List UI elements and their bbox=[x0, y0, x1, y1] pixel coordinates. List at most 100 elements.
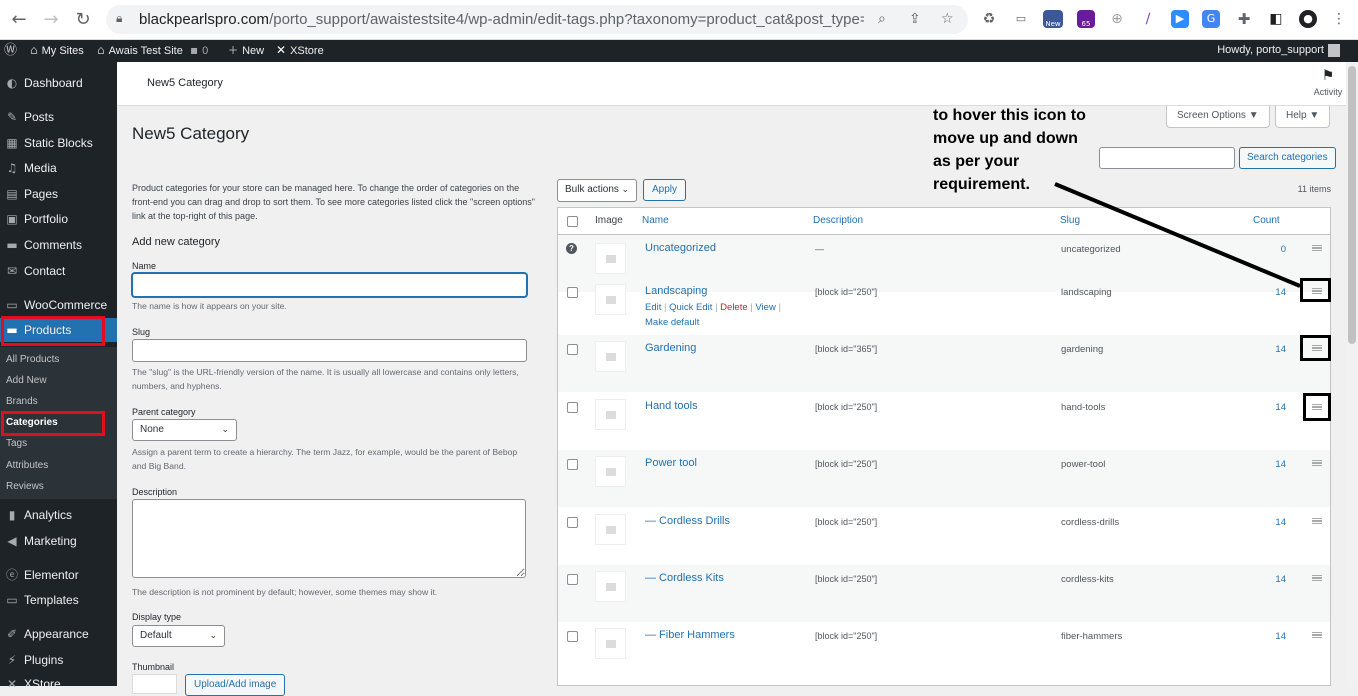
activity-button[interactable]: ⚑ Activity bbox=[1308, 68, 1348, 97]
category-count-link[interactable]: 14 bbox=[1266, 459, 1286, 470]
reload-icon[interactable]: ↻ bbox=[72, 9, 94, 31]
category-count-link[interactable]: 14 bbox=[1266, 631, 1286, 642]
menu-woocommerce[interactable]: ▭ WooCommerce bbox=[0, 293, 117, 317]
extension-hat-icon[interactable]: 65 bbox=[1077, 10, 1095, 28]
category-name-link[interactable]: Power tool bbox=[645, 457, 697, 469]
select-all-checkbox[interactable] bbox=[567, 216, 578, 227]
menu-templates[interactable]: ▭ Templates bbox=[0, 588, 117, 612]
bookmark-star-icon[interactable]: ☆ bbox=[941, 11, 954, 27]
apply-button[interactable]: Apply bbox=[643, 179, 687, 201]
new-content-link[interactable]: + New bbox=[228, 40, 264, 62]
side-panel-icon[interactable]: ◧ bbox=[1267, 10, 1285, 28]
extension-zoom-icon[interactable]: ▶ bbox=[1171, 10, 1189, 28]
row-checkbox[interactable] bbox=[567, 459, 578, 470]
category-name-link[interactable]: — Fiber Hammers bbox=[645, 629, 735, 641]
category-name-link[interactable]: Uncategorized bbox=[645, 242, 716, 254]
forward-arrow-icon[interactable]: → bbox=[40, 9, 62, 31]
menu-xstore[interactable]: ✕ XStore bbox=[0, 672, 117, 696]
submenu-tags[interactable]: Tags bbox=[6, 437, 27, 451]
drag-handle-icon[interactable] bbox=[1312, 518, 1322, 524]
category-count-link[interactable]: 14 bbox=[1266, 344, 1286, 355]
menu-dashboard[interactable]: ◐ Dashboard bbox=[0, 71, 117, 95]
row-checkbox[interactable] bbox=[567, 631, 578, 642]
column-count[interactable]: Count bbox=[1253, 208, 1280, 235]
menu-static-blocks[interactable]: ▦ Static Blocks bbox=[0, 131, 117, 155]
bulk-actions-select[interactable]: Bulk actions ⌄ bbox=[557, 179, 637, 202]
screen-options-button[interactable]: Screen Options ▼ bbox=[1166, 106, 1270, 128]
category-name-link[interactable]: Hand tools bbox=[645, 400, 698, 412]
menu-posts[interactable]: ✎ Posts bbox=[0, 105, 117, 129]
row-checkbox[interactable] bbox=[567, 517, 578, 528]
user-avatar[interactable] bbox=[1328, 44, 1340, 57]
category-count-link[interactable]: 14 bbox=[1266, 574, 1286, 585]
extension-pen-icon[interactable]: ∕ bbox=[1139, 10, 1157, 28]
menu-pages[interactable]: ▤ Pages bbox=[0, 182, 117, 206]
parent-category-select[interactable]: None ⌄ bbox=[132, 419, 237, 441]
menu-comments[interactable]: ▬ Comments bbox=[0, 233, 117, 257]
menu-analytics[interactable]: ▮ Analytics bbox=[0, 503, 117, 527]
wordpress-logo-icon[interactable]: Ⓦ bbox=[4, 40, 21, 62]
column-slug[interactable]: Slug bbox=[1060, 208, 1080, 235]
search-categories-button[interactable]: Search categories bbox=[1239, 147, 1336, 169]
row-checkbox[interactable] bbox=[567, 344, 578, 355]
column-description[interactable]: Description bbox=[813, 208, 863, 235]
help-button[interactable]: Help ▼ bbox=[1275, 106, 1331, 128]
extension-globe-icon[interactable]: ⊕ bbox=[1108, 10, 1126, 28]
extension-recycle-icon[interactable]: ♻ bbox=[980, 10, 998, 28]
description-textarea[interactable] bbox=[132, 499, 526, 578]
extension-translate-icon[interactable]: G bbox=[1202, 10, 1220, 28]
menu-plugins[interactable]: ⚡ Plugins bbox=[0, 648, 117, 672]
site-name-link[interactable]: ⌂ Awais Test Site bbox=[97, 40, 183, 62]
category-name-link[interactable]: — Cordless Kits bbox=[645, 572, 724, 584]
row-checkbox[interactable] bbox=[567, 402, 578, 413]
make-default-link[interactable]: Make default bbox=[645, 317, 699, 328]
extension-bus-icon[interactable]: ▭ bbox=[1012, 10, 1030, 28]
row-checkbox[interactable] bbox=[567, 574, 578, 585]
slug-input[interactable] bbox=[132, 339, 527, 362]
search-categories-input[interactable] bbox=[1099, 147, 1235, 169]
upload-image-button[interactable]: Upload/Add image bbox=[185, 674, 286, 696]
xstore-link[interactable]: ✕ XStore bbox=[276, 40, 324, 62]
view-link[interactable]: View bbox=[755, 302, 775, 313]
menu-contact[interactable]: ✉ Contact bbox=[0, 259, 117, 283]
submenu-brands[interactable]: Brands bbox=[6, 395, 38, 409]
scrollbar-thumb[interactable] bbox=[1348, 66, 1356, 344]
drag-handle-icon[interactable] bbox=[1312, 632, 1322, 638]
category-count-link[interactable]: 0 bbox=[1266, 244, 1286, 255]
category-count-link[interactable]: 14 bbox=[1266, 517, 1286, 528]
category-name-link[interactable]: Landscaping bbox=[645, 285, 707, 297]
category-name-link[interactable]: Gardening bbox=[645, 342, 696, 354]
category-count-link[interactable]: 14 bbox=[1266, 402, 1286, 413]
column-name[interactable]: Name bbox=[642, 208, 669, 235]
submenu-add-new[interactable]: Add New bbox=[6, 374, 47, 388]
extensions-puzzle-icon[interactable]: ✚ bbox=[1235, 10, 1253, 28]
menu-media[interactable]: ♫ Media bbox=[0, 156, 117, 180]
back-arrow-icon[interactable]: ← bbox=[8, 9, 30, 31]
address-bar[interactable]: 🔒︎ blackpearlspro.com/porto_support/awai… bbox=[106, 5, 968, 34]
row-checkbox[interactable] bbox=[567, 287, 578, 298]
submenu-attributes[interactable]: Attributes bbox=[6, 459, 48, 473]
profile-avatar-icon[interactable]: ● bbox=[1299, 10, 1317, 28]
category-name-link[interactable]: — Cordless Drills bbox=[645, 515, 730, 527]
howdy-account[interactable]: Howdy, porto_support bbox=[1217, 40, 1324, 62]
menu-portfolio[interactable]: ▣ Portfolio bbox=[0, 207, 117, 231]
menu-marketing[interactable]: ◀ Marketing bbox=[0, 529, 117, 553]
edit-link[interactable]: Edit bbox=[645, 302, 661, 313]
comments-link[interactable]: ▪ 0 bbox=[190, 40, 208, 62]
drag-handle-icon[interactable] bbox=[1312, 575, 1322, 581]
menu-appearance[interactable]: ✐ Appearance bbox=[0, 622, 117, 646]
zoom-search-icon[interactable]: ⌕ bbox=[878, 11, 886, 27]
url-text[interactable]: blackpearlspro.com/porto_support/awaiste… bbox=[139, 11, 864, 28]
category-count-link[interactable]: 14 bbox=[1266, 287, 1286, 298]
delete-link[interactable]: Delete bbox=[720, 302, 747, 313]
display-type-select[interactable]: Default ⌄ bbox=[132, 625, 225, 647]
quick-edit-link[interactable]: Quick Edit bbox=[669, 302, 712, 313]
submenu-reviews[interactable]: Reviews bbox=[6, 480, 44, 494]
share-icon[interactable]: ⇪ bbox=[909, 11, 921, 27]
name-input[interactable] bbox=[132, 273, 527, 297]
drag-handle-icon[interactable] bbox=[1312, 460, 1322, 466]
menu-elementor[interactable]: ⓔ Elementor bbox=[0, 563, 117, 587]
page-scrollbar[interactable] bbox=[1346, 62, 1358, 686]
chrome-menu-icon[interactable]: ⋮ bbox=[1330, 10, 1348, 28]
drag-handle-icon[interactable] bbox=[1312, 245, 1322, 251]
